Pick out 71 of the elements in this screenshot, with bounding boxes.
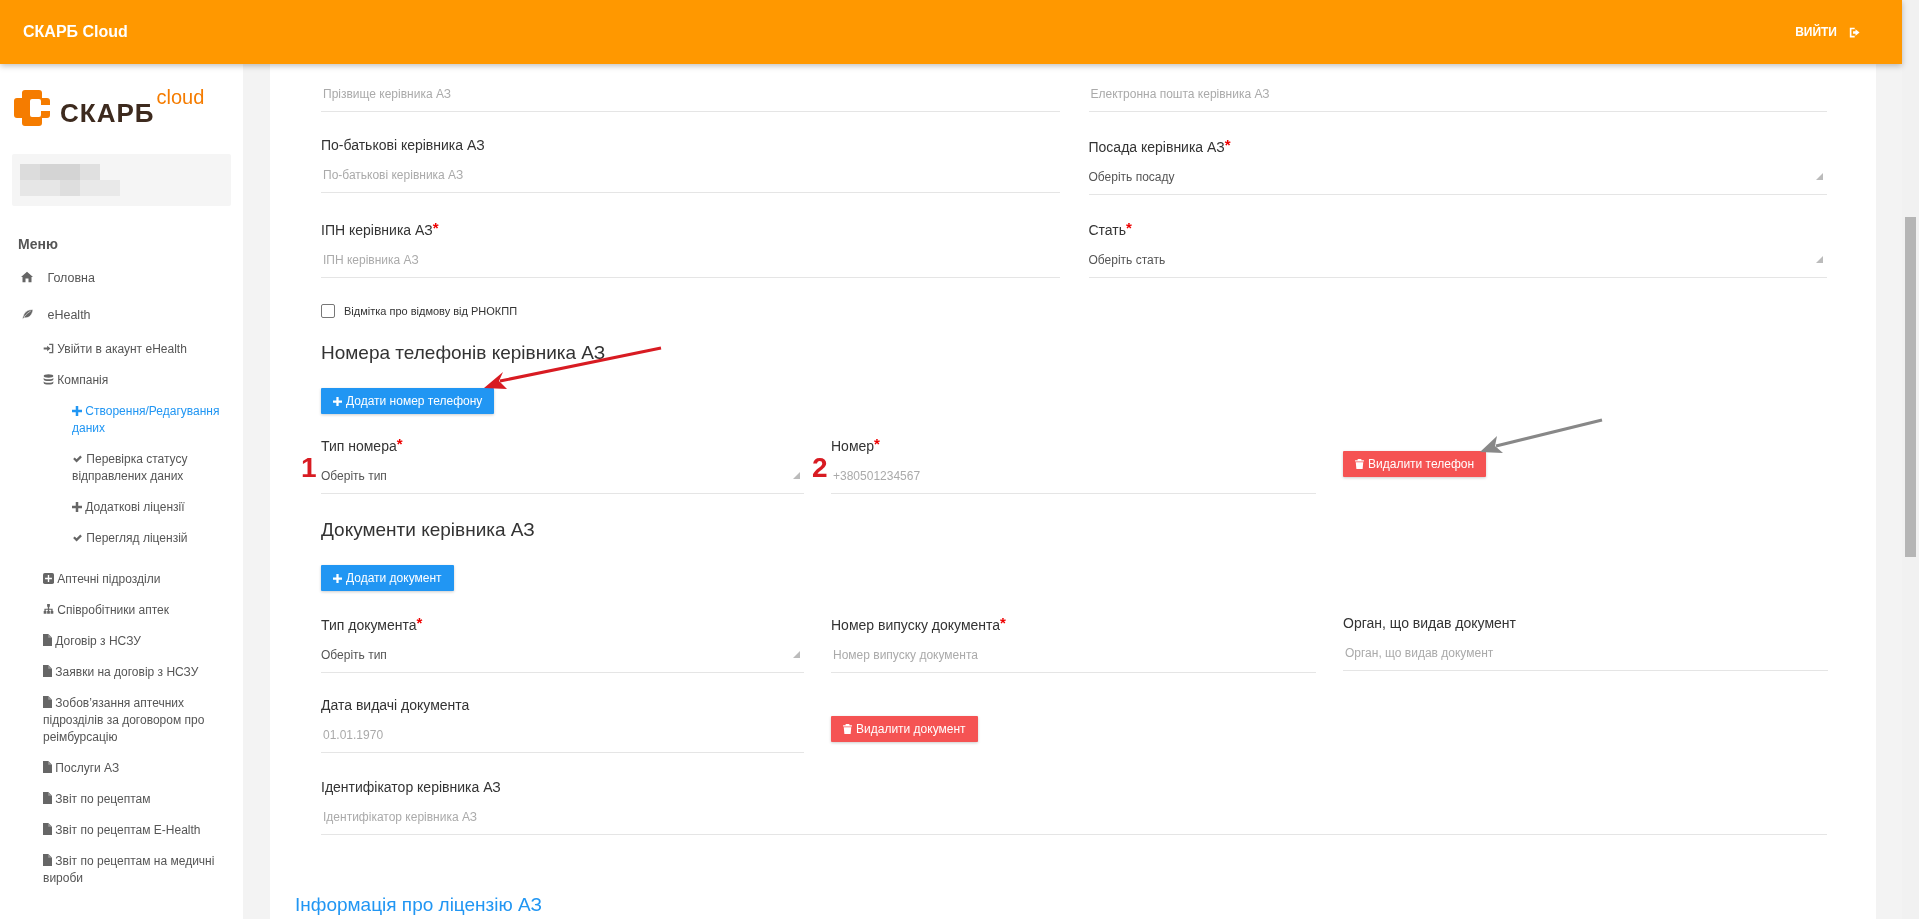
select-field[interactable]: Оберіть тип xyxy=(321,458,804,494)
sidebar-item[interactable]: Додаткові ліцензії xyxy=(0,492,222,523)
sidebar-item[interactable]: Договір з НСЗУ xyxy=(0,626,218,657)
field-label: Дата видачі документа xyxy=(321,696,471,715)
text-input-field[interactable]: Орган, що видав документ xyxy=(1343,635,1828,671)
text-input-field[interactable]: +380501234567 xyxy=(831,458,1316,494)
annotation-number: 1 xyxy=(301,454,317,482)
sidebar-item[interactable]: Головна xyxy=(0,260,243,297)
dropdown-arrow-icon xyxy=(793,651,800,658)
sidebar-item[interactable]: Звіт по рецептам на медичні вироби xyxy=(0,846,218,894)
file-icon xyxy=(43,761,52,773)
text-input-field[interactable]: По-батькові керівника АЗ xyxy=(321,157,1060,193)
sidebar-item[interactable]: Заявки на договір з НСЗУ xyxy=(0,657,218,688)
file-icon xyxy=(43,665,52,677)
select-field[interactable]: Оберіть посаду xyxy=(1088,159,1827,195)
file-icon xyxy=(43,634,52,646)
field-label: По-батькові керівника АЗ xyxy=(321,136,486,155)
checkbox[interactable] xyxy=(321,304,335,318)
section-heading: Номера телефонів керівника АЗ xyxy=(321,341,607,365)
text-input-field[interactable]: ІПН керівника АЗ xyxy=(321,242,1060,278)
sidebar-item[interactable]: Перевірка статусу відправлених даних xyxy=(0,444,222,492)
logo-wordmark: СКАРБ xyxy=(60,98,155,129)
file-icon xyxy=(43,792,52,804)
plus-icon xyxy=(333,573,342,583)
text-input-field[interactable]: Електронна пошта керівника АЗ xyxy=(1088,76,1827,112)
sidebar-item[interactable]: Компанія xyxy=(0,365,218,396)
sidebar-item[interactable]: Перегляд ліцензій xyxy=(0,523,222,554)
leaf-icon xyxy=(20,308,34,320)
logo-icon xyxy=(12,88,52,128)
section-heading: Документи керівника АЗ xyxy=(321,518,536,542)
plus-square-icon xyxy=(43,573,54,584)
app-title: СКАРБ Cloud xyxy=(23,23,128,41)
select-field[interactable]: Оберіть стать xyxy=(1088,242,1827,278)
sidebar-item[interactable]: Співробітники аптек xyxy=(0,595,218,626)
home-icon xyxy=(20,271,34,283)
annotation-number: 2 xyxy=(812,454,828,482)
sitemap-icon xyxy=(43,604,54,615)
field-label: Ідентифікатор керівника АЗ xyxy=(321,778,502,797)
sidebar-item[interactable]: Послуги АЗ xyxy=(0,753,218,784)
sidebar-item[interactable]: Аптечні підрозділи xyxy=(0,564,218,595)
checkbox-label: Відмітка про відмову від РНОКПП xyxy=(344,305,518,317)
plus-icon xyxy=(72,406,82,416)
section-heading: Інформація про ліцензію АЗ xyxy=(295,893,543,917)
text-input-field[interactable]: Номер випуску документа xyxy=(831,637,1316,673)
trash-icon xyxy=(1355,459,1364,469)
sign-out-icon xyxy=(1849,25,1862,39)
text-input-field[interactable]: 01.01.1970 xyxy=(321,717,804,753)
sidebar-item[interactable]: Зобов’язання аптечних підрозділів за договором про реімбурсацію xyxy=(0,688,218,753)
dropdown-arrow-icon xyxy=(1816,256,1823,263)
field-label: Орган, що видав документ xyxy=(1343,614,1517,633)
file-icon xyxy=(43,854,52,866)
sidebar-item[interactable]: Увійти в акаунт eHealth xyxy=(0,334,218,365)
file-icon xyxy=(43,823,52,835)
select-field[interactable]: Оберіть тип xyxy=(321,637,804,673)
plus-icon xyxy=(72,502,82,512)
dropdown-arrow-icon xyxy=(1816,173,1823,180)
text-input-field[interactable]: Ідентифікатор керівника АЗ xyxy=(321,799,1827,835)
menu-heading: Меню xyxy=(18,236,59,252)
plus-icon xyxy=(333,396,342,406)
logo-suffix: cloud xyxy=(156,86,205,109)
dropdown-arrow-icon xyxy=(793,472,800,479)
sign-in-icon xyxy=(43,343,54,354)
file-icon xyxy=(43,696,52,708)
trash-icon xyxy=(843,724,852,734)
sidebar-item[interactable]: Звіт по рецептам xyxy=(0,784,218,815)
sidebar-item[interactable]: Звіт по рецептам E-Health xyxy=(0,815,218,846)
check-icon xyxy=(72,454,83,464)
check-icon xyxy=(72,533,83,543)
sidebar-item[interactable]: eHealth xyxy=(0,297,243,334)
text-input-field[interactable]: Прізвище керівника АЗ xyxy=(321,76,1060,112)
database-icon xyxy=(43,374,54,385)
